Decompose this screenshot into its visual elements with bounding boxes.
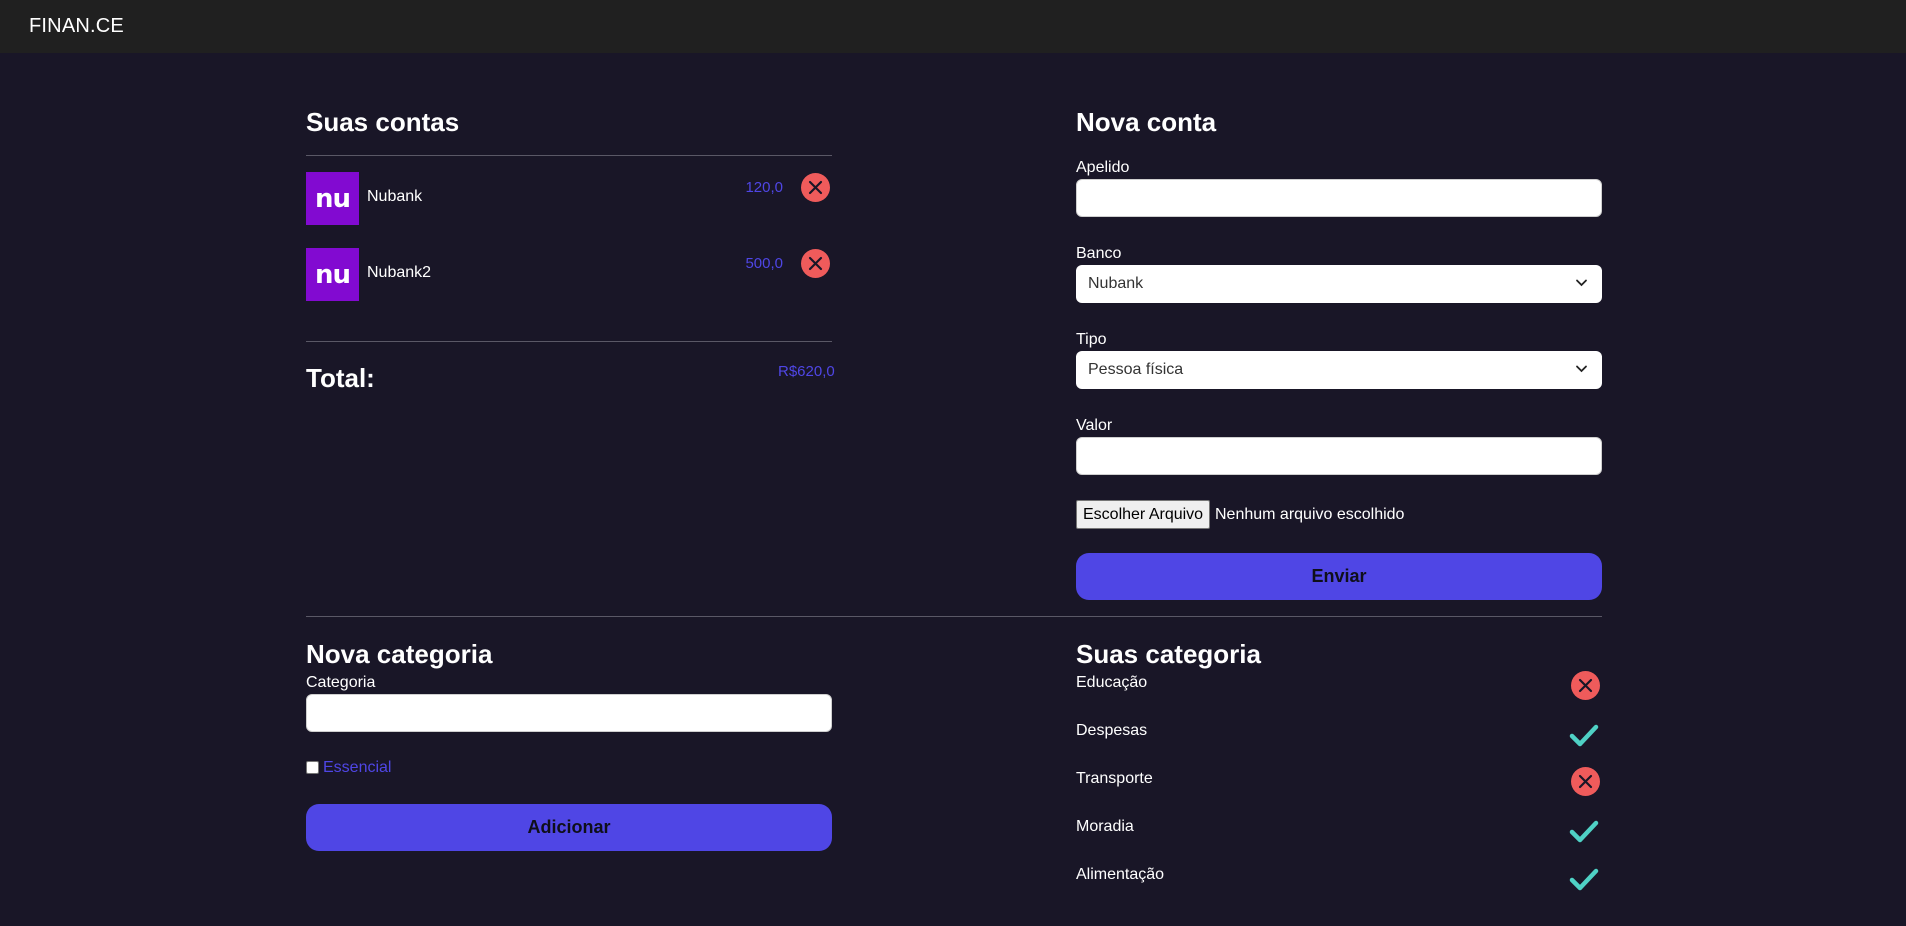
value-label: Valor — [1076, 417, 1113, 434]
check-icon — [1569, 868, 1599, 890]
account-name: Nubank2 — [367, 264, 432, 281]
close-icon — [1578, 774, 1593, 789]
category-name: Despesas — [1076, 722, 1148, 739]
account-name: Nubank — [367, 188, 423, 205]
account-value: 500,0 — [745, 255, 783, 272]
category-status-button[interactable] — [1571, 671, 1600, 700]
submit-account-button[interactable]: Enviar — [1076, 553, 1602, 600]
top-bar: FINAN.CE — [0, 0, 1906, 53]
category-status-button[interactable] — [1568, 817, 1600, 846]
delete-account-button[interactable] — [801, 249, 830, 278]
category-status-button[interactable] — [1571, 767, 1600, 796]
nubank-logo: nu — [306, 248, 359, 301]
nubank-logo: nu — [306, 172, 359, 225]
bank-selected-value: Nubank — [1088, 275, 1144, 292]
bank-select[interactable]: Nubank — [1076, 265, 1602, 303]
category-name: Educação — [1076, 674, 1148, 691]
close-icon — [1578, 678, 1593, 693]
accounts-divider-top — [306, 155, 832, 156]
type-select[interactable]: Pessoa física — [1076, 351, 1602, 389]
category-status-button[interactable] — [1568, 865, 1600, 894]
nickname-input[interactable] — [1076, 179, 1602, 217]
delete-account-button[interactable] — [801, 173, 830, 202]
close-icon — [808, 180, 823, 195]
chevron-down-icon — [1576, 279, 1587, 287]
type-label: Tipo — [1076, 331, 1107, 348]
categories-title: Suas categoria — [1076, 639, 1261, 669]
check-icon — [1569, 724, 1599, 746]
accounts-divider-bottom — [306, 341, 832, 342]
brand-logo[interactable]: FINAN.CE — [29, 15, 124, 38]
add-category-button[interactable]: Adicionar — [306, 804, 832, 851]
new-account-title: Nova conta — [1076, 107, 1217, 137]
new-category-title: Nova categoria — [306, 639, 493, 669]
accounts-title: Suas contas — [306, 107, 460, 137]
choose-file-button[interactable]: Escolher Arquivo — [1076, 500, 1211, 529]
value-input[interactable] — [1076, 437, 1602, 475]
chevron-down-icon — [1576, 365, 1587, 373]
check-icon — [1569, 820, 1599, 842]
file-status: Nenhum arquivo escolhido — [1215, 506, 1405, 523]
category-name: Alimentação — [1076, 866, 1165, 883]
category-name: Moradia — [1076, 818, 1134, 835]
total-label: Total: — [306, 363, 375, 393]
close-icon — [808, 256, 823, 271]
category-input[interactable] — [306, 694, 832, 732]
bank-label: Banco — [1076, 245, 1122, 262]
essential-label[interactable]: Essencial — [323, 759, 391, 777]
category-name: Transporte — [1076, 770, 1153, 787]
essential-checkbox[interactable] — [306, 761, 319, 774]
type-selected-value: Pessoa física — [1088, 361, 1184, 378]
category-label: Categoria — [306, 674, 376, 691]
section-divider — [306, 616, 1602, 617]
nickname-label: Apelido — [1076, 159, 1130, 176]
account-value: 120,0 — [745, 179, 783, 196]
total-value: R$620,0 — [778, 363, 835, 380]
category-status-button[interactable] — [1568, 721, 1600, 750]
